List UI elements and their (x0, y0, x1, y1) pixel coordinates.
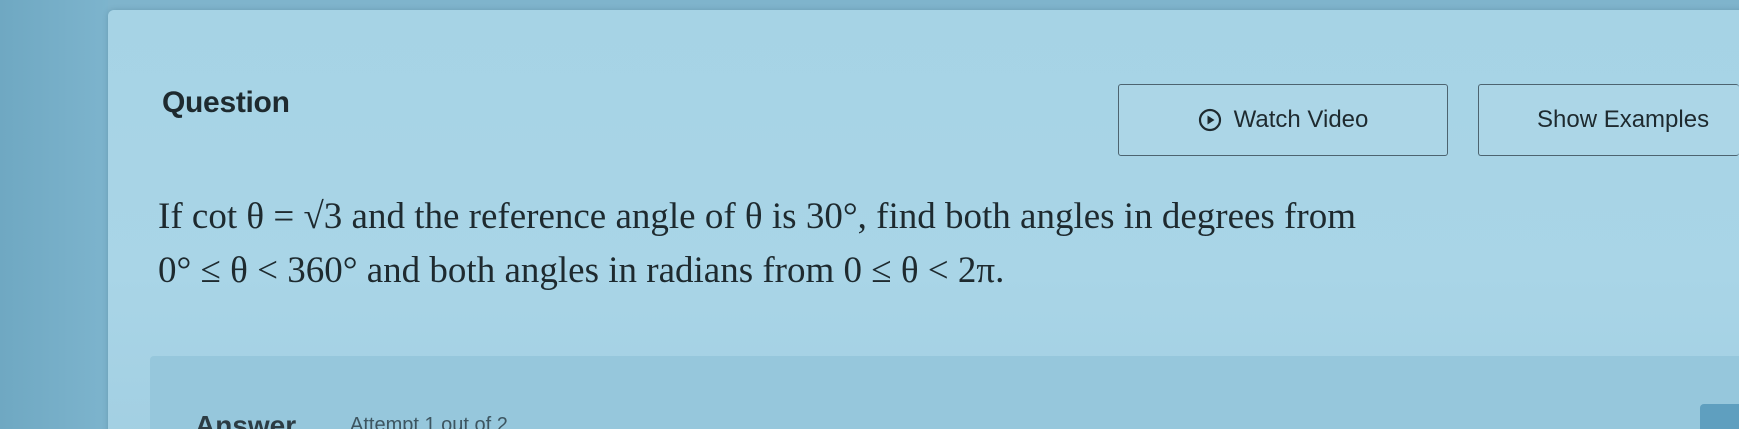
play-circle-icon (1198, 108, 1222, 132)
line2-end: . (995, 250, 1005, 291)
line2-mid: and both angles in radians from (357, 250, 844, 291)
page-background-strip (0, 0, 108, 429)
answer-label: Answer (195, 410, 297, 429)
corner-accent (1700, 404, 1739, 429)
show-examples-label: Show Examples (1537, 106, 1710, 133)
line1-prefix: If (158, 196, 192, 237)
theta-symbol: θ (744, 196, 763, 237)
show-examples-button[interactable]: Show Examples (1478, 84, 1739, 156)
question-line-2: 0° ≤ θ < 360° and both angles in radians… (158, 244, 1638, 298)
line1-mid: and the reference angle of (342, 196, 745, 237)
degree-range: 0° ≤ θ < 360° (158, 250, 358, 291)
attempt-counter: Attempt 1 out of 2 (350, 414, 508, 429)
question-prompt: If cot θ = √3 and the reference angle of… (158, 190, 1638, 298)
radian-range: 0 ≤ θ < 2π (843, 250, 996, 291)
watch-video-button[interactable]: Watch Video (1118, 84, 1448, 156)
watch-video-label: Watch Video (1233, 106, 1369, 133)
question-line-1: If cot θ = √3 and the reference angle of… (158, 190, 1638, 244)
line1-is: is (762, 196, 806, 237)
reference-angle: 30° (805, 196, 858, 237)
question-title: Question (162, 86, 290, 119)
line1-suffix: , find both angles in degrees from (857, 196, 1356, 237)
cot-equation: cot θ = √3 (191, 196, 343, 237)
